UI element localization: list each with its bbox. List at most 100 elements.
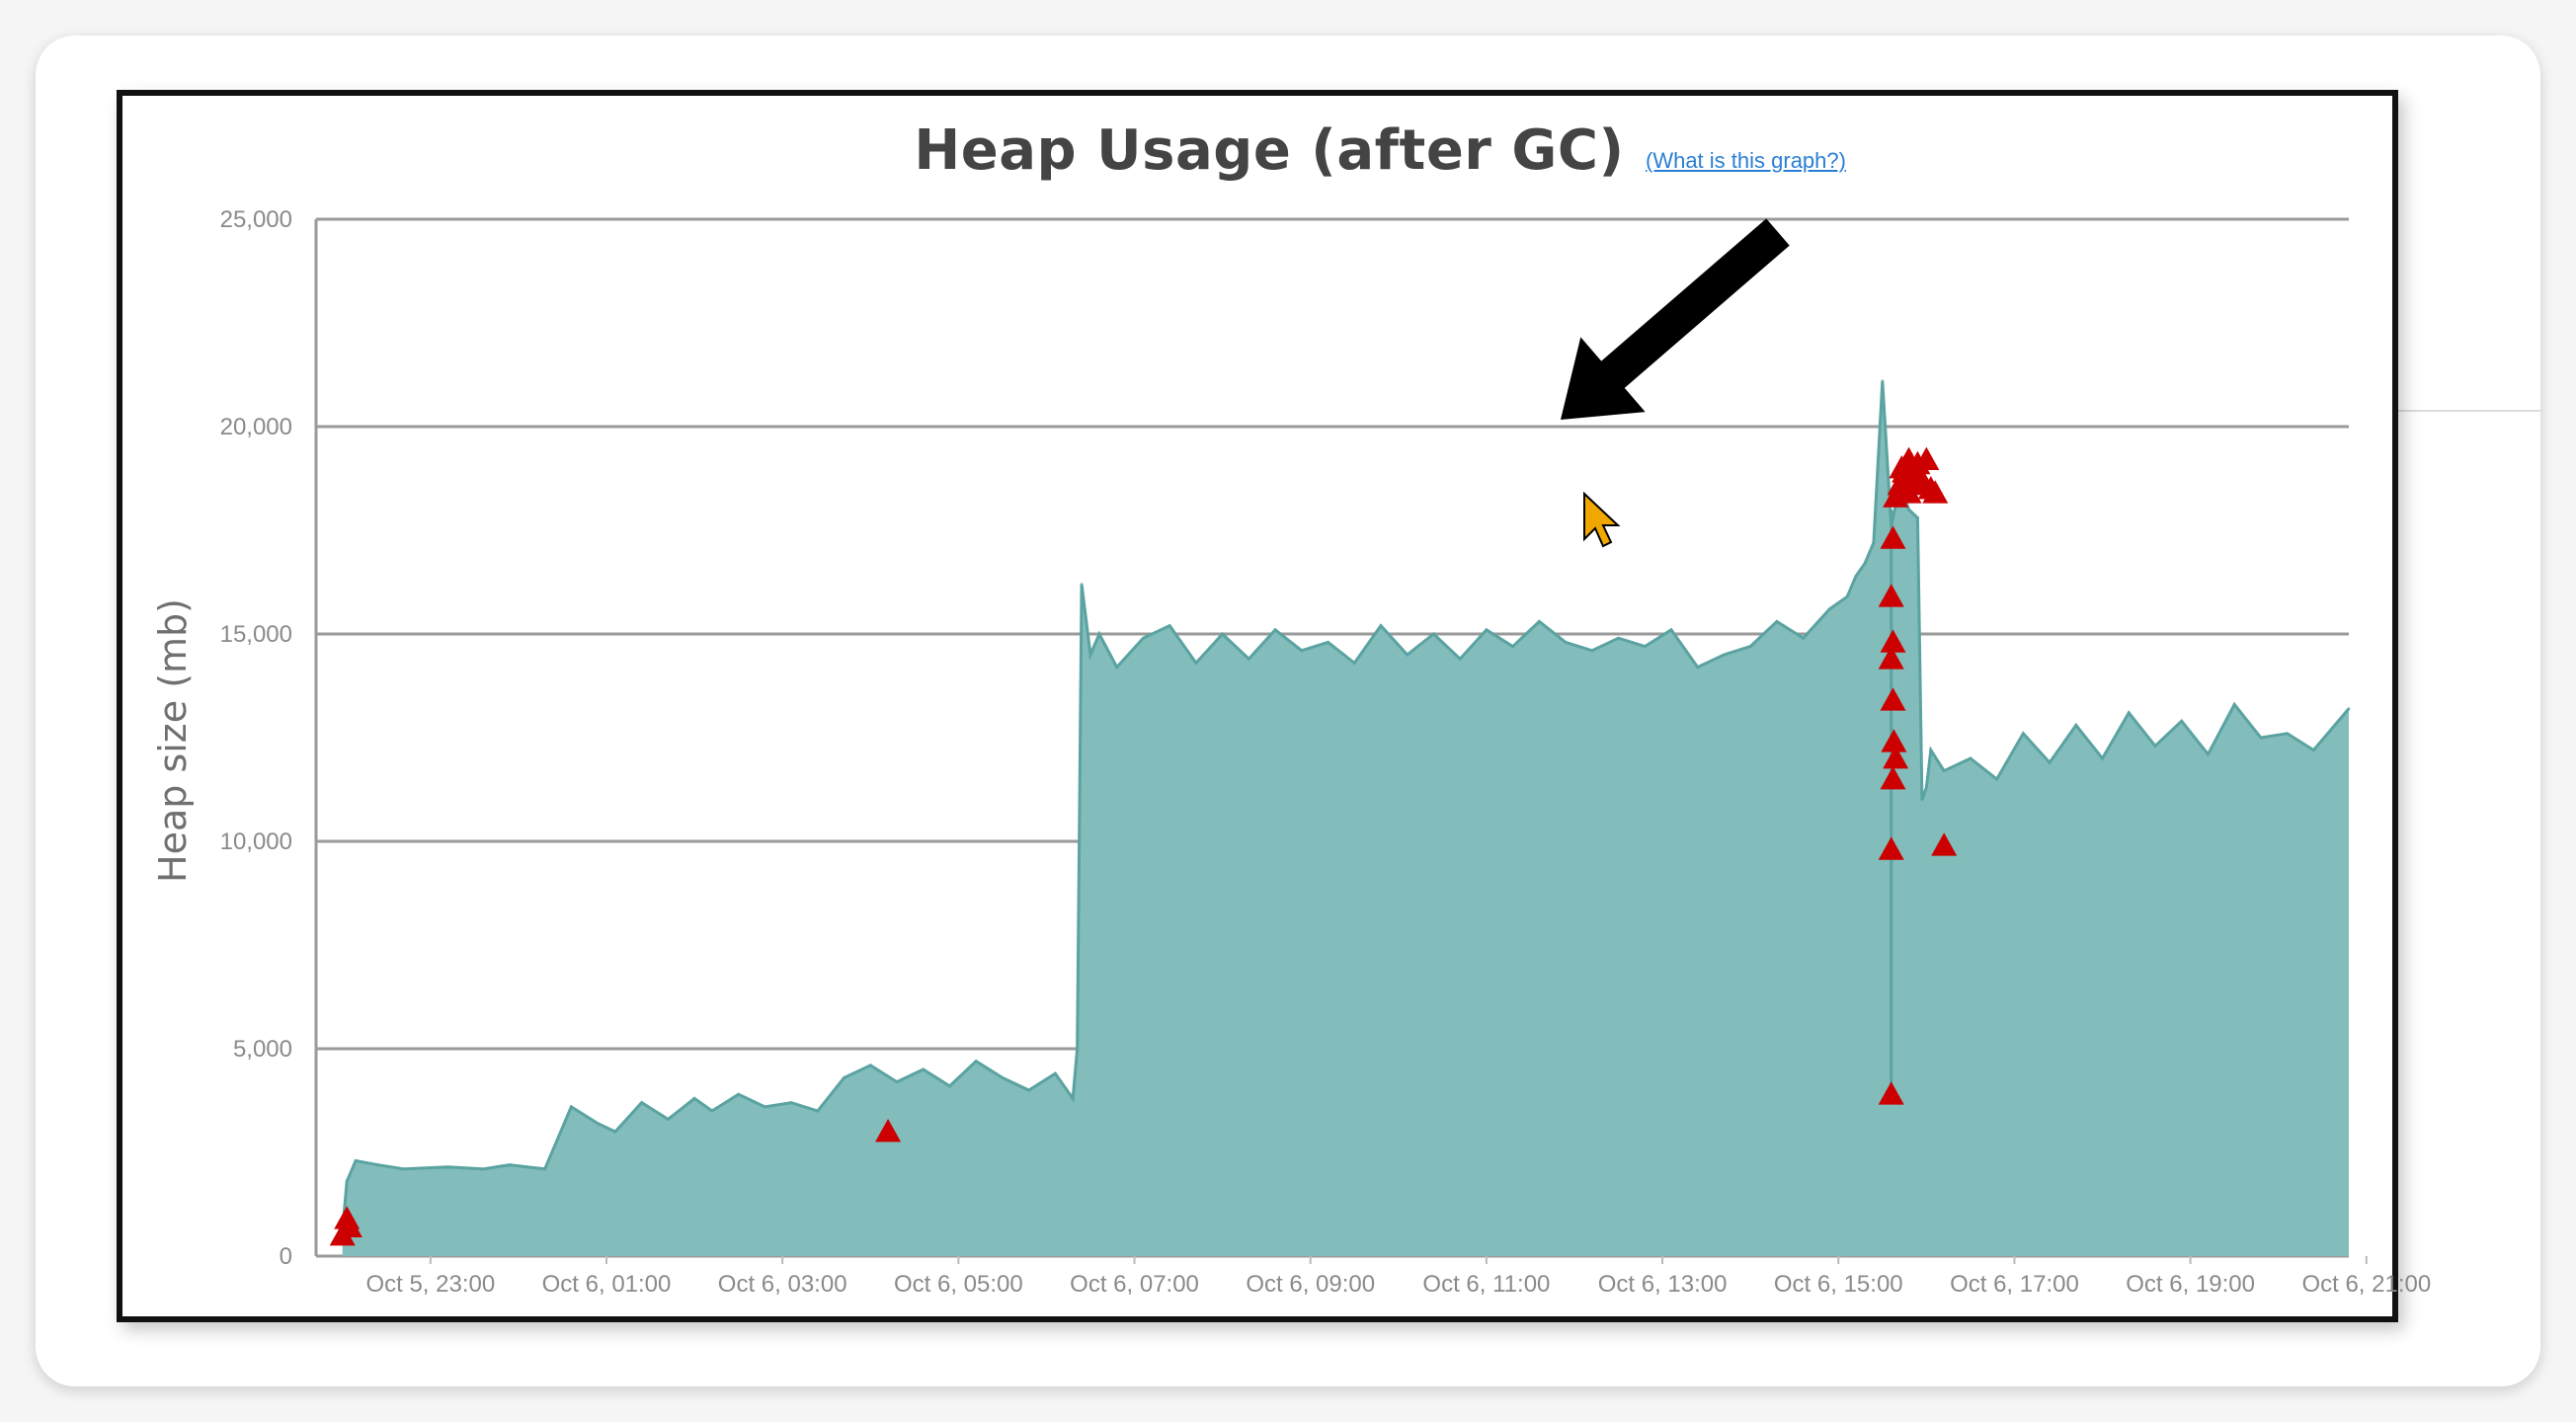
heap-data-point: [1273, 628, 1277, 632]
heap-data-point: [1221, 632, 1225, 636]
heap-data-point: [1053, 1071, 1057, 1075]
x-tick-label: Oct 6, 17:00: [1950, 1271, 2079, 1298]
heap-data-point: [1141, 636, 1145, 640]
heap-data-point: [1775, 619, 1779, 623]
heap-data-point: [1379, 624, 1383, 628]
heap-data-point: [737, 1092, 741, 1096]
y-tick-label: 15,000: [220, 621, 292, 648]
heap-data-point: [402, 1167, 406, 1171]
heap-data-point: [1920, 798, 1924, 802]
heap-data-point: [1247, 657, 1250, 661]
heap-data-point: [1458, 657, 1462, 661]
heap-data-point: [1088, 653, 1092, 657]
heap-data-point: [1027, 1088, 1031, 1092]
heap-data-point: [1643, 645, 1647, 649]
heap-data-point: [481, 1167, 485, 1171]
heap-data-point: [2153, 744, 2157, 748]
heap-data-point: [1907, 508, 1911, 512]
heap-data-point: [1696, 666, 1700, 670]
heap-data-point: [922, 1067, 926, 1071]
heap-data-point: [2101, 756, 2105, 760]
x-tick-label: Oct 6, 03:00: [718, 1271, 847, 1298]
heap-data-point: [569, 1105, 573, 1109]
heap-data-point: [1722, 653, 1726, 657]
heap-data-point: [1863, 562, 1867, 566]
chart-title: Heap Usage (after GC): [914, 118, 1625, 183]
heap-data-point: [1537, 619, 1541, 623]
heap-data-point: [1080, 583, 1084, 587]
heap-data-point: [947, 1084, 951, 1088]
heap-data-point: [1915, 515, 1919, 519]
x-tick-label: Oct 6, 15:00: [1774, 1271, 1903, 1298]
heap-data-point: [354, 1158, 358, 1162]
heap-data-point: [816, 1109, 820, 1113]
y-tick-label: 10,000: [220, 829, 292, 855]
heap-data-point: [1924, 785, 1928, 789]
heap-data-point: [2021, 732, 2025, 736]
heap-data-point: [1406, 653, 1409, 657]
heap-data-point: [375, 1163, 379, 1167]
heap-data-point: [1881, 379, 1885, 383]
heap-data-point: [2259, 736, 2263, 740]
heap-usage-chart: 0 5,000 10,000 15,000 20,000 25,000 Oct 5, 23:…: [151, 206, 2431, 1298]
heap-data-point: [1071, 1096, 1075, 1100]
heap-data-point: [1802, 636, 1806, 640]
mouse-pointer-icon: [1583, 491, 1621, 548]
heap-data-point: [508, 1163, 512, 1167]
x-tick-label: Oct 5, 23:00: [365, 1271, 495, 1298]
heap-data-point: [345, 1179, 349, 1183]
heap-data-point: [543, 1167, 547, 1171]
heap-data-point: [2127, 711, 2131, 715]
heap-data-point: [1076, 1047, 1080, 1051]
heap-data-point: [1511, 645, 1515, 649]
heap-data-point: [1097, 632, 1101, 636]
heap-data-point: [1872, 541, 1876, 545]
heap-data-point: [974, 1060, 978, 1064]
heap-data-point: [2048, 760, 2052, 764]
heap-data-point: [2311, 749, 2315, 752]
x-tick-label: Oct 6, 13:00: [1598, 1271, 1728, 1298]
heap-data-point: [1617, 636, 1621, 640]
heap-data-point: [1845, 594, 1849, 598]
heap-data-point: [868, 1064, 872, 1067]
y-tick-label: 5,000: [233, 1036, 292, 1063]
heap-data-point: [446, 1165, 450, 1169]
heap-data-point: [1001, 1075, 1005, 1079]
heap-data-point: [2232, 702, 2236, 706]
heap-data-point: [666, 1117, 670, 1121]
heap-data-point: [2074, 723, 2078, 727]
x-tick-label: Oct 6, 11:00: [1422, 1271, 1550, 1298]
heap-data-point: [525, 1165, 529, 1169]
x-tick-label: Oct 6, 19:00: [2126, 1271, 2255, 1298]
heap-data-point: [843, 1075, 846, 1079]
heap-data-point: [1564, 640, 1568, 644]
heap-data-point: [1969, 756, 1972, 760]
heap-data-point: [640, 1101, 644, 1105]
heap-data-point: [710, 1109, 714, 1113]
heap-data-point: [1929, 749, 1933, 752]
y-tick-label: 20,000: [220, 414, 292, 440]
heap-data-point: [2206, 752, 2210, 756]
heap-data-point: [789, 1101, 793, 1105]
what-is-this-graph-link[interactable]: (What is this graph?): [1646, 148, 1846, 174]
annotation-layer: [1561, 218, 1790, 548]
heap-data-point: [763, 1105, 766, 1109]
heap-data-point: [596, 1122, 600, 1126]
heap-area-series: [342, 380, 2349, 1256]
heap-data-point: [1194, 661, 1198, 665]
y-tick-label: 0: [280, 1243, 292, 1270]
heap-data-point: [2180, 719, 2184, 723]
y-tick-label: 25,000: [220, 206, 292, 233]
heap-data-point: [1669, 628, 1673, 632]
x-tick-label: Oct 6, 21:00: [2301, 1271, 2431, 1298]
heap-data-point: [1827, 607, 1831, 611]
heap-data-point: [1748, 645, 1752, 649]
heap-data-point: [1942, 769, 1946, 773]
annotation-arrow: [1561, 218, 1790, 420]
heap-data-point: [692, 1096, 696, 1100]
heap-data-point: [613, 1130, 617, 1134]
heap-data-point: [2347, 707, 2351, 711]
area-layer: [341, 379, 2351, 1256]
heap-data-point: [2286, 732, 2290, 736]
heap-data-point: [1995, 777, 1999, 781]
